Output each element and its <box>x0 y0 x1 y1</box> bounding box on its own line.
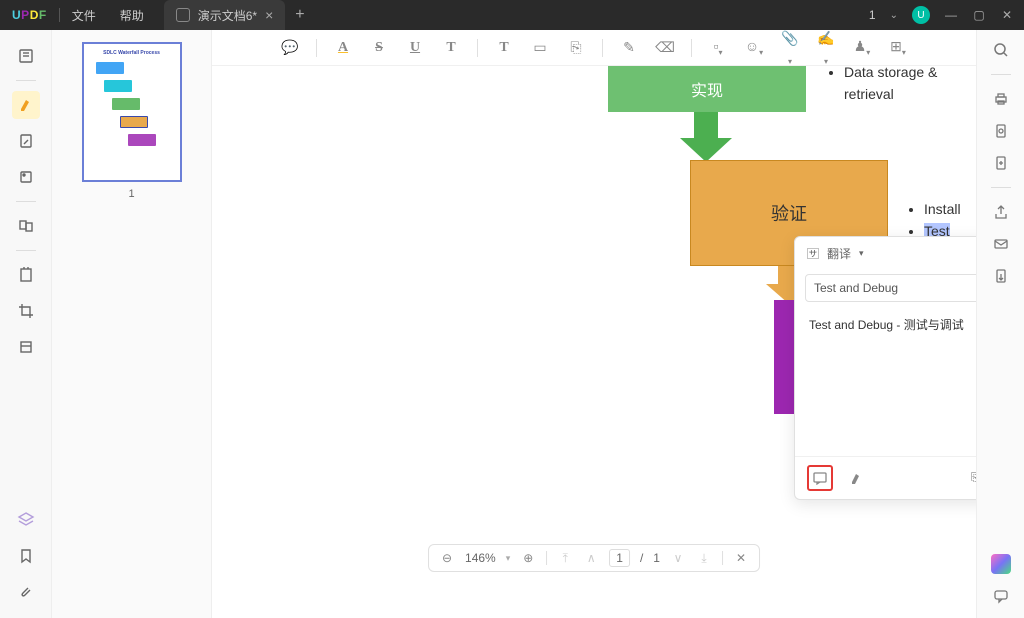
underline-icon[interactable]: U <box>405 40 425 56</box>
chat-icon[interactable] <box>993 588 1009 604</box>
thumbnails-icon[interactable] <box>12 42 40 70</box>
right-sidebar <box>976 30 1024 618</box>
list-item: Data storage & retrieval <box>844 66 976 106</box>
page-current[interactable]: 1 <box>609 549 630 567</box>
squiggly-icon[interactable]: T <box>441 40 461 56</box>
close-window-icon[interactable]: ✕ <box>1000 8 1014 22</box>
eraser-icon[interactable]: ⌫ <box>655 39 675 56</box>
email-icon[interactable] <box>993 236 1009 252</box>
next-page-button[interactable]: ∨ <box>670 551 686 565</box>
thumbnail-panel: SDLC Waterfall Process 1 <box>52 30 212 618</box>
app-logo: UPDF <box>0 8 59 22</box>
highlight-tool-icon[interactable] <box>12 91 40 119</box>
translate-label: 翻译 <box>827 245 851 262</box>
share-icon[interactable] <box>993 204 1009 220</box>
attach-icon[interactable]: 📎▾ <box>780 30 800 66</box>
copy-button[interactable]: ⎘复制 <box>971 470 976 486</box>
ai-assistant-button[interactable] <box>991 554 1011 574</box>
shape-icon[interactable]: ▫▾ <box>708 38 728 57</box>
document-tab[interactable]: 演示文档6* × <box>164 0 286 30</box>
layers-icon[interactable] <box>12 506 40 534</box>
last-page-button[interactable]: ⤓ <box>696 551 712 566</box>
maximize-icon[interactable]: ▢ <box>972 8 986 22</box>
flatten-icon[interactable] <box>993 155 1009 171</box>
bookmark-icon[interactable] <box>12 542 40 570</box>
prev-page-button[interactable]: ∧ <box>583 551 599 565</box>
titlebar: UPDF 文件 帮助 演示文档6* × + 1 ⌄ U — ▢ ✕ <box>0 0 1024 30</box>
textbox-icon[interactable]: ▭ <box>530 39 550 56</box>
signature-icon[interactable]: ✍▾ <box>816 30 836 66</box>
translate-result: Test and Debug - 测试与调试 <box>795 306 976 456</box>
copy-icon: ⎘ <box>971 472 976 485</box>
pencil-draw-icon[interactable]: ✎ <box>619 39 639 56</box>
content-area: 💬 A S U T T ▭ ⎘ ✎ ⌫ ▫▾ ☺▾ 📎▾ ✍▾ ♟▾ ⊞▾ 实现… <box>212 30 976 618</box>
pencil-icon <box>176 8 190 22</box>
zoom-in-button[interactable]: ⊕ <box>520 551 536 565</box>
arrow-green-icon <box>680 112 732 162</box>
search-icon[interactable] <box>993 42 1009 58</box>
highlight-result-button[interactable] <box>843 465 869 491</box>
form-icon[interactable] <box>12 333 40 361</box>
zoom-level[interactable]: 146% <box>465 551 496 565</box>
first-page-button[interactable]: ⤒ <box>557 551 573 566</box>
minimize-icon[interactable]: — <box>944 8 958 22</box>
footer-controls: ⊖ 146% ▾ ⊕ ⤒ ∧ 1 / 1 ∨ ⤓ ✕ <box>428 544 760 572</box>
sticker-icon[interactable]: ☺▾ <box>744 38 764 57</box>
protect-icon[interactable] <box>993 123 1009 139</box>
page-total: 1 <box>653 551 660 565</box>
bullet-list-top: Data storage & retrieval <box>826 66 976 106</box>
ocr-icon[interactable] <box>12 261 40 289</box>
crop-icon[interactable] <box>12 297 40 325</box>
add-tab-button[interactable]: + <box>295 6 304 24</box>
measure-icon[interactable]: ⊞▾ <box>888 38 908 57</box>
flowchart-box-green: 实现 <box>608 66 806 112</box>
highlight-a-icon[interactable]: A <box>333 40 353 56</box>
user-avatar[interactable]: U <box>912 6 930 24</box>
edit-text-icon[interactable] <box>12 127 40 155</box>
text-tool-icon[interactable]: T <box>494 40 514 56</box>
page-organize-icon[interactable] <box>12 212 40 240</box>
thumb-title: SDLC Waterfall Process <box>90 50 174 56</box>
translate-popup: 🈂 翻译 ▾ English-英语 ▾ Test and Debug ▾ Tes… <box>794 236 976 500</box>
close-footer-button[interactable]: ✕ <box>733 551 749 565</box>
attachment-icon[interactable] <box>12 578 40 606</box>
page-thumbnail[interactable]: SDLC Waterfall Process <box>82 42 182 182</box>
close-tab-icon[interactable]: × <box>265 7 273 23</box>
translate-input[interactable]: Test and Debug ▾ <box>805 274 976 302</box>
export-icon[interactable] <box>993 268 1009 284</box>
menu-help[interactable]: 帮助 <box>108 7 156 24</box>
chevron-down-icon[interactable]: ⌄ <box>890 10 898 21</box>
list-item: Install <box>924 198 976 220</box>
translate-icon: 🈂 <box>807 245 819 262</box>
annotation-toolbar: 💬 A S U T T ▭ ⎘ ✎ ⌫ ▫▾ ☺▾ 📎▾ ✍▾ ♟▾ ⊞▾ <box>212 30 976 66</box>
zoom-out-button[interactable]: ⊖ <box>439 551 455 565</box>
tab-count: 1 <box>869 8 876 22</box>
menu-file[interactable]: 文件 <box>60 7 108 24</box>
strikethrough-icon[interactable]: S <box>369 40 389 56</box>
print-icon[interactable] <box>993 91 1009 107</box>
callout-icon[interactable]: ⎘ <box>566 39 586 56</box>
image-tool-icon[interactable] <box>12 163 40 191</box>
add-note-button[interactable] <box>807 465 833 491</box>
document-canvas[interactable]: 实现 验证 Data storage & retrieval Install T… <box>212 66 976 582</box>
comment-icon[interactable]: 💬 <box>280 39 300 56</box>
stamp-icon[interactable]: ♟▾ <box>852 38 872 57</box>
tab-label: 演示文档6* <box>198 7 257 24</box>
page-sep: / <box>640 551 643 565</box>
thumb-page-number: 1 <box>64 188 199 200</box>
dropdown-caret-icon[interactable]: ▾ <box>859 248 864 259</box>
left-sidebar <box>0 30 52 618</box>
